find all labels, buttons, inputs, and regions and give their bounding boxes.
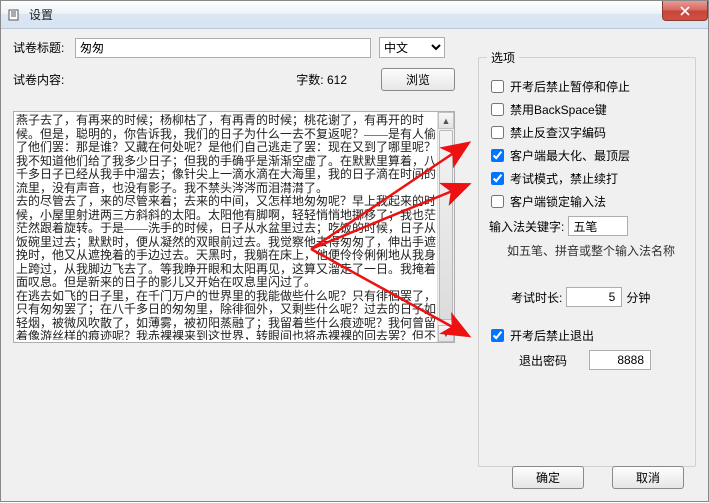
checkbox-hanzi-label: 禁止反查汉字编码 bbox=[510, 124, 606, 141]
dialog-buttons: 确定 取消 bbox=[512, 466, 684, 489]
checkbox-lockime-label: 客户端锁定输入法 bbox=[510, 193, 606, 210]
wordcount-value: 612 bbox=[327, 73, 347, 87]
checkbox-pause-label: 开考后禁止暂停和停止 bbox=[510, 78, 630, 95]
checkbox-backspace[interactable]: 禁用BackSpace键 bbox=[489, 101, 685, 118]
quit-password-input[interactable] bbox=[589, 350, 651, 370]
scroll-up-button[interactable]: ▲ bbox=[438, 112, 454, 129]
checkbox-exammode-input[interactable] bbox=[491, 172, 504, 185]
language-select[interactable]: 中文 bbox=[379, 37, 445, 58]
checkbox-backspace-label: 禁用BackSpace键 bbox=[510, 101, 607, 118]
checkbox-exammode-label: 考试模式，禁止续打 bbox=[510, 170, 618, 187]
checkbox-maximize-label: 客户端最大化、最顶层 bbox=[510, 147, 630, 164]
checkbox-maximize[interactable]: 客户端最大化、最顶层 bbox=[489, 147, 685, 164]
exam-time-input[interactable] bbox=[566, 287, 622, 307]
window-close-button[interactable] bbox=[662, 1, 708, 21]
browse-button[interactable]: 浏览 bbox=[381, 68, 455, 91]
ime-keyword-label: 输入法关键字: bbox=[489, 218, 564, 235]
exam-time-label: 考试时长: bbox=[511, 289, 562, 306]
options-groupbox: 选项 开考后禁止暂停和停止 禁用BackSpace键 禁止反查汉字编码 客户端最… bbox=[478, 57, 696, 467]
content-textarea[interactable]: 燕子去了，有再来的时候；杨柳枯了，有再青的时候；桃花谢了，有再开的时候。但是，聪… bbox=[13, 111, 455, 343]
checkbox-pause-input[interactable] bbox=[491, 80, 504, 93]
checkbox-exammode[interactable]: 考试模式，禁止续打 bbox=[489, 170, 685, 187]
window-title: 设置 bbox=[29, 6, 53, 23]
checkbox-backspace-input[interactable] bbox=[491, 103, 504, 116]
checkbox-pause[interactable]: 开考后禁止暂停和停止 bbox=[489, 78, 685, 95]
ok-button[interactable]: 确定 bbox=[512, 466, 584, 489]
checkbox-noquit-input[interactable] bbox=[491, 329, 504, 342]
checkbox-lockime[interactable]: 客户端锁定输入法 bbox=[489, 193, 685, 210]
title-input[interactable] bbox=[75, 38, 371, 58]
checkbox-noquit[interactable]: 开考后禁止退出 bbox=[489, 327, 685, 344]
title-label: 试卷标题: bbox=[13, 39, 75, 56]
vertical-scrollbar[interactable]: ▲ ▼ bbox=[437, 112, 454, 342]
checkbox-lockime-input[interactable] bbox=[491, 195, 504, 208]
titlebar: 设置 bbox=[1, 1, 708, 29]
checkbox-maximize-input[interactable] bbox=[491, 149, 504, 162]
exam-time-unit: 分钟 bbox=[626, 289, 650, 306]
left-pane: 试卷标题: 中文 试卷内容: 字数: 612 浏览 bbox=[13, 37, 455, 97]
dialog-body: 试卷标题: 中文 试卷内容: 字数: 612 浏览 燕子去了，有再来的时候；杨柳… bbox=[1, 29, 708, 501]
ime-keyword-hint: 如五笔、拼音或整个输入法名称 bbox=[507, 242, 685, 259]
quit-password-label: 退出密码 bbox=[519, 352, 567, 369]
checkbox-noquit-label: 开考后禁止退出 bbox=[510, 327, 594, 344]
wordcount-label: 字数: bbox=[296, 71, 323, 88]
checkbox-hanzi-input[interactable] bbox=[491, 126, 504, 139]
cancel-button[interactable]: 取消 bbox=[612, 466, 684, 489]
options-legend: 选项 bbox=[487, 49, 519, 66]
window-app-icon bbox=[7, 7, 23, 23]
scroll-down-button[interactable]: ▼ bbox=[438, 325, 454, 342]
ime-keyword-input[interactable] bbox=[568, 216, 628, 236]
scroll-thumb[interactable] bbox=[439, 130, 453, 320]
content-label: 试卷内容: bbox=[13, 71, 75, 88]
content-text: 燕子去了，有再来的时候；杨柳枯了，有再青的时候；桃花谢了，有再开的时候。但是，聪… bbox=[16, 114, 436, 340]
checkbox-hanzi[interactable]: 禁止反查汉字编码 bbox=[489, 124, 685, 141]
